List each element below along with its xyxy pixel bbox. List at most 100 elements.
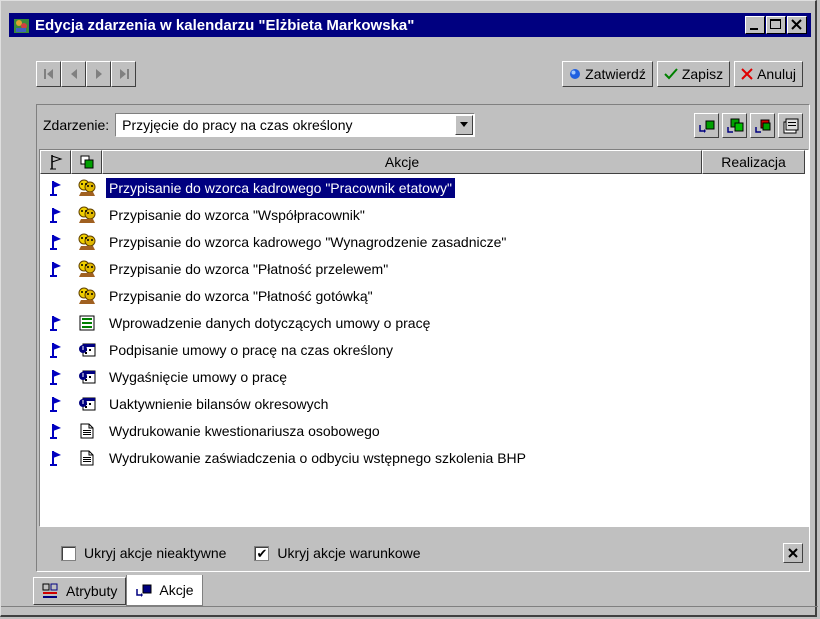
actions-list: Akcje Realizacja Przypisanie do wzorca k…: [39, 149, 809, 527]
list-item[interactable]: Wydrukowanie zaświadczenia o odbyciu wst…: [40, 444, 808, 471]
next-record-button[interactable]: [86, 61, 111, 87]
row-flag: [40, 395, 71, 413]
row-flag: [40, 179, 71, 197]
flag-icon: [49, 315, 61, 331]
confirm-button[interactable]: Zatwierdź: [562, 61, 653, 87]
flag-icon: [49, 207, 61, 223]
hide-conditional-option[interactable]: ✔ Ukryj akcje warunkowe: [254, 545, 421, 561]
list-item[interactable]: Podpisanie umowy o pracę na czas określo…: [40, 336, 808, 363]
first-icon: [43, 69, 53, 79]
hide-inactive-checkbox[interactable]: [61, 545, 76, 561]
row-action-text: Przypisanie do wzorca kadrowego "Pracown…: [106, 177, 455, 198]
event-row: Zdarzenie: Przyjęcie do pracy na czas ok…: [43, 113, 476, 137]
list-item[interactable]: Wydrukowanie kwestionariusza osobowego: [40, 417, 808, 444]
list-item[interactable]: Przypisanie do wzorca kadrowego "Pracown…: [40, 174, 808, 201]
event-select[interactable]: Przyjęcie do pracy na czas określony: [115, 113, 476, 137]
save-label: Zapisz: [681, 66, 724, 82]
list-item[interactable]: Wprowadzenie danych dotyczących umowy o …: [40, 309, 808, 336]
row-flag: [40, 341, 71, 359]
people-icon: [78, 287, 95, 304]
row-action-text: Przypisanie do wzorca "Współpracownik": [109, 206, 365, 223]
tab-actions[interactable]: Akcje: [126, 575, 203, 606]
checkmark-icon: [664, 68, 678, 80]
tab-attributes-label: Atrybuty: [66, 583, 118, 599]
tab-actions-label: Akcje: [159, 582, 194, 598]
previous-icon: [70, 69, 77, 79]
first-record-button[interactable]: [36, 61, 61, 87]
hide-conditional-label: Ukryj akcje warunkowe: [277, 545, 421, 561]
row-flag: [40, 314, 71, 332]
row-action-text: Uaktywnienie bilansów okresowych: [109, 395, 329, 412]
row-flag: [40, 422, 71, 440]
cancel-x-icon: [741, 68, 753, 80]
maximize-button[interactable]: [766, 16, 786, 34]
properties-button[interactable]: [778, 113, 803, 138]
next-icon: [95, 69, 102, 79]
confirm-dot-icon: [570, 69, 581, 79]
row-type-icon: [71, 423, 102, 439]
previous-record-button[interactable]: [61, 61, 86, 87]
row-action-text: Przypisanie do wzorca kadrowego "Wynagro…: [109, 233, 507, 250]
row-flag: [40, 206, 71, 224]
flag-icon: [49, 234, 61, 250]
list-item[interactable]: Przypisanie do wzorca "Współpracownik": [40, 201, 808, 228]
row-action-text: Przypisanie do wzorca "Płatność przelewe…: [109, 260, 389, 277]
people-icon: [78, 260, 95, 277]
calendar-icon: [78, 343, 95, 356]
list-item[interactable]: Przypisanie do wzorca kadrowego "Wynagro…: [40, 228, 808, 255]
hide-inactive-option[interactable]: Ukryj akcje nieaktywne: [61, 545, 226, 561]
calendar-icon: [78, 370, 95, 383]
minimize-button[interactable]: [745, 16, 765, 34]
cancel-label: Anuluj: [757, 66, 796, 82]
header-actions[interactable]: Akcje: [102, 150, 702, 174]
attributes-icon: [42, 583, 58, 598]
tab-baseline: [1, 606, 818, 607]
move-action-button[interactable]: [750, 113, 775, 138]
flag-icon: [49, 155, 63, 170]
list-item[interactable]: Przypisanie do wzorca "Płatność gotówką": [40, 282, 808, 309]
hide-conditional-checkbox[interactable]: ✔: [254, 545, 270, 561]
maximize-icon: [770, 19, 781, 29]
row-type-icon: [71, 315, 102, 331]
event-dropdown-button[interactable]: [455, 115, 474, 135]
header-type-column[interactable]: [71, 150, 102, 174]
people-icon: [78, 179, 95, 196]
record-navigator: [36, 61, 136, 87]
row-type-icon: [71, 396, 102, 412]
close-icon: [788, 548, 798, 558]
add-action-button[interactable]: [694, 113, 719, 138]
list-item[interactable]: Uaktywnienie bilansów okresowych: [40, 390, 808, 417]
actions-panel: Zdarzenie: Przyjęcie do pracy na czas ok…: [36, 104, 810, 572]
list-item[interactable]: Wygaśnięcie umowy o pracę: [40, 363, 808, 390]
minimize-icon: [750, 28, 758, 30]
list-item[interactable]: Przypisanie do wzorca "Płatność przelewe…: [40, 255, 808, 282]
row-type-icon: [71, 260, 102, 278]
title-bar[interactable]: Edycja zdarzenia w kalendarzu "Elżbieta …: [9, 13, 811, 37]
flag-icon: [49, 180, 61, 196]
tab-attributes[interactable]: Atrybuty: [33, 577, 127, 605]
last-record-button[interactable]: [111, 61, 136, 87]
calendar-app-icon: [14, 19, 29, 33]
row-flag: [40, 260, 71, 278]
window-title: Edycja zdarzenia w kalendarzu "Elżbieta …: [35, 16, 415, 34]
close-panel-button[interactable]: [783, 543, 803, 563]
flag-icon: [49, 396, 61, 412]
chevron-down-icon: [460, 122, 469, 127]
hide-inactive-label: Ukryj akcje nieaktywne: [84, 545, 227, 561]
move-action-icon: [754, 119, 770, 133]
close-button[interactable]: [787, 16, 807, 34]
add-action-icon: [698, 120, 714, 133]
dialog-actions: Zatwierdź Zapisz Anuluj: [562, 61, 803, 87]
header-realization[interactable]: Realizacja: [702, 150, 805, 174]
save-button[interactable]: Zapisz: [656, 61, 731, 87]
event-edit-window: Edycja zdarzenia w kalendarzu "Elżbieta …: [0, 0, 818, 617]
cancel-button[interactable]: Anuluj: [734, 61, 803, 87]
copy-action-icon: [726, 118, 743, 133]
flag-icon: [49, 423, 61, 439]
tab-bar: Atrybuty Akcje: [33, 575, 203, 606]
header-flag-column[interactable]: [40, 150, 71, 174]
actions-rows: Przypisanie do wzorca kadrowego "Pracown…: [40, 174, 808, 471]
event-label: Zdarzenie:: [43, 117, 110, 133]
copy-action-button[interactable]: [722, 113, 747, 138]
row-action-text: Wprowadzenie danych dotyczących umowy o …: [109, 314, 431, 331]
